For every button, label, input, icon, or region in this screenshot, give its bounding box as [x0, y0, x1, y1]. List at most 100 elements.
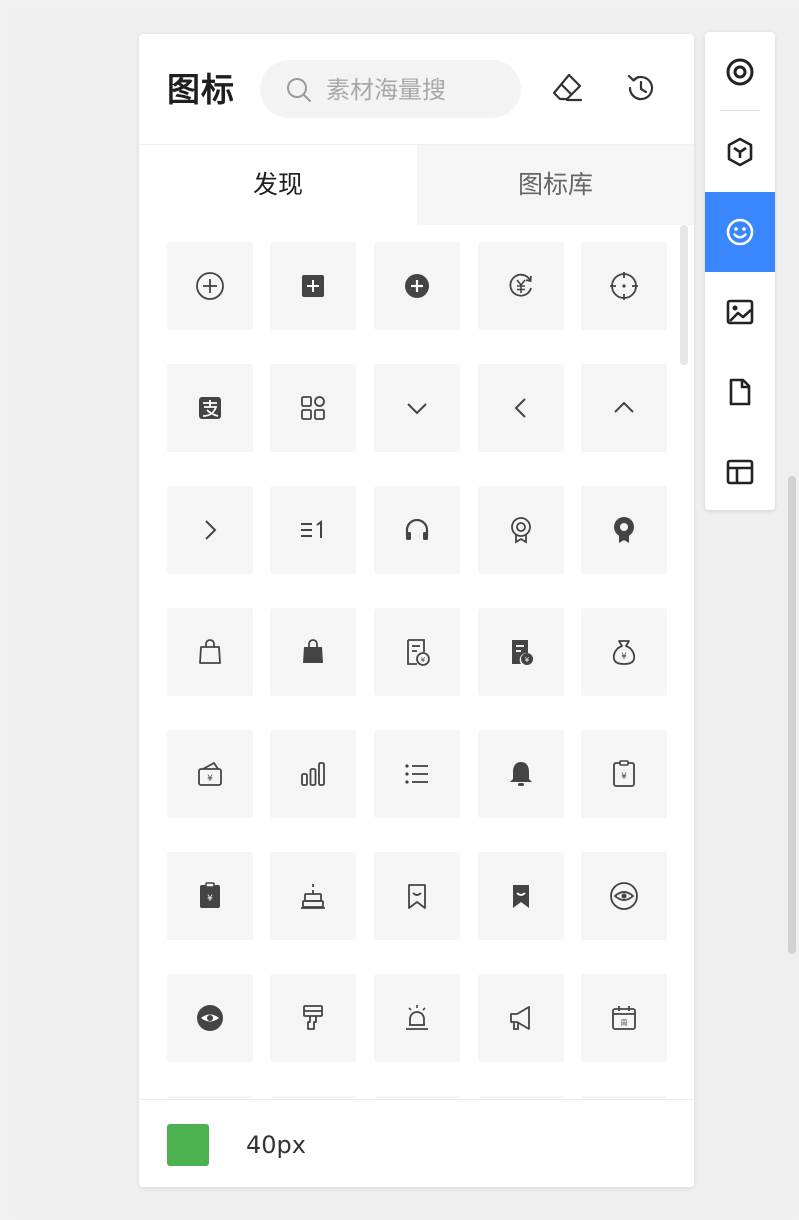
- search-input[interactable]: [324, 73, 513, 107]
- smiley-icon: [726, 218, 754, 246]
- icon-cell[interactable]: [270, 974, 356, 1062]
- side-button-icons[interactable]: [705, 192, 775, 272]
- wallet-icon: ¥: [198, 761, 222, 786]
- icon-cell[interactable]: [374, 242, 460, 330]
- chevron-down-icon: [407, 403, 427, 415]
- chevron-right-icon: [205, 520, 217, 540]
- toolbar-divider: [720, 110, 760, 111]
- icon-cell[interactable]: [167, 242, 253, 330]
- ordered-list-icon: [301, 520, 322, 538]
- icon-cell[interactable]: [374, 974, 460, 1062]
- alipay-icon: [199, 397, 221, 419]
- icon-cell[interactable]: 周: [581, 974, 667, 1062]
- clear-style-button[interactable]: [549, 70, 585, 106]
- bookmark-filled-icon: [513, 885, 529, 908]
- icon-cell[interactable]: [478, 974, 564, 1062]
- bookmark-outline-icon: [408, 884, 426, 909]
- icon-cell[interactable]: [270, 486, 356, 574]
- svg-text:¥: ¥: [207, 894, 213, 904]
- target-icon: [726, 58, 754, 86]
- icon-cell[interactable]: [270, 608, 356, 696]
- color-swatch[interactable]: [167, 1124, 209, 1166]
- side-button-file[interactable]: [705, 352, 775, 432]
- icon-cell[interactable]: [478, 486, 564, 574]
- icon-cell[interactable]: [581, 486, 667, 574]
- bar-chart-icon: [301, 762, 325, 786]
- icon-cell[interactable]: [167, 486, 253, 574]
- icon-cell[interactable]: [167, 974, 253, 1062]
- icon-cell[interactable]: [478, 1096, 564, 1098]
- icon-cell[interactable]: ¥: [374, 608, 460, 696]
- icon-cell[interactable]: [167, 364, 253, 452]
- cube-icon: [727, 137, 753, 167]
- icon-cell[interactable]: ¥: [478, 608, 564, 696]
- svg-text:¥: ¥: [207, 774, 213, 784]
- calendar-week-icon: 周: [612, 1006, 636, 1030]
- chevron-left-icon: [514, 398, 526, 418]
- icon-cell[interactable]: [270, 242, 356, 330]
- icon-grid: ¥ ¥ ¥ ¥ ¥ ¥ 周: [139, 225, 694, 1098]
- side-button-image[interactable]: [705, 272, 775, 352]
- birthday-cake-icon: [301, 884, 325, 909]
- chevron-up-icon: [614, 401, 634, 413]
- icon-cell[interactable]: [167, 608, 253, 696]
- svg-text:¥: ¥: [525, 656, 530, 664]
- icon-cell[interactable]: ¥: [167, 730, 253, 818]
- history-button[interactable]: [623, 70, 659, 106]
- svg-text:¥: ¥: [621, 772, 627, 782]
- icon-cell[interactable]: ¥: [581, 608, 667, 696]
- icon-cell[interactable]: [374, 1096, 460, 1098]
- panel-header: 图标: [139, 34, 694, 145]
- icon-cell[interactable]: [581, 364, 667, 452]
- tab-icon-library[interactable]: 图标库: [417, 145, 694, 225]
- panel-title: 图标: [167, 70, 235, 109]
- icon-cell[interactable]: [270, 364, 356, 452]
- icon-cell[interactable]: [478, 852, 564, 940]
- icon-cell[interactable]: [270, 730, 356, 818]
- icon-cell[interactable]: [167, 1096, 253, 1098]
- panel-footer: 40px: [139, 1099, 694, 1187]
- icon-cell[interactable]: [581, 852, 667, 940]
- icon-panel: 图标 发现 图标库: [139, 34, 694, 1187]
- icon-cell[interactable]: ¥: [581, 730, 667, 818]
- clipboard-yuan-outline-icon: ¥: [613, 760, 635, 787]
- side-button-component[interactable]: [705, 112, 775, 192]
- add-square-filled-icon: [302, 275, 324, 297]
- list-icon: [405, 764, 428, 784]
- icon-cell[interactable]: [374, 486, 460, 574]
- icon-cell[interactable]: [581, 1096, 667, 1098]
- icon-cell[interactable]: [478, 730, 564, 818]
- medal-filled-icon: [614, 517, 634, 543]
- icon-cell[interactable]: [270, 1096, 356, 1098]
- bill-filled-icon: ¥: [512, 640, 533, 665]
- page-scrollbar[interactable]: [788, 476, 796, 954]
- icon-cell[interactable]: [374, 364, 460, 452]
- megaphone-icon: [510, 1006, 530, 1030]
- medal-outline-icon: [511, 517, 531, 544]
- side-button-layout[interactable]: [705, 432, 775, 510]
- search-icon: [287, 78, 311, 102]
- icon-cell[interactable]: [374, 852, 460, 940]
- icon-cell[interactable]: ¥: [167, 852, 253, 940]
- layout-icon: [726, 459, 754, 485]
- icon-size-value[interactable]: 40px: [246, 1130, 306, 1160]
- icon-cell[interactable]: [374, 730, 460, 818]
- icon-cell[interactable]: [270, 852, 356, 940]
- alarm-light-icon: [406, 1005, 428, 1030]
- paint-brush-icon: [303, 1005, 323, 1030]
- clipboard-yuan-filled-icon: ¥: [200, 882, 220, 908]
- side-button-target[interactable]: [705, 32, 775, 112]
- history-icon: [627, 74, 654, 101]
- side-toolbar: [705, 32, 775, 510]
- tab-discover[interactable]: 发现: [139, 145, 417, 225]
- image-icon: [726, 299, 754, 325]
- eye-outline-icon: [610, 882, 638, 910]
- shopping-bag-outline-icon: [199, 639, 221, 664]
- icon-cell[interactable]: [581, 242, 667, 330]
- grid-scrollbar[interactable]: [680, 225, 688, 365]
- search-box[interactable]: [260, 60, 521, 118]
- icon-cell[interactable]: [478, 242, 564, 330]
- money-bag-icon: ¥: [612, 640, 636, 665]
- icon-cell[interactable]: [478, 364, 564, 452]
- svg-text:周: 周: [621, 1019, 628, 1027]
